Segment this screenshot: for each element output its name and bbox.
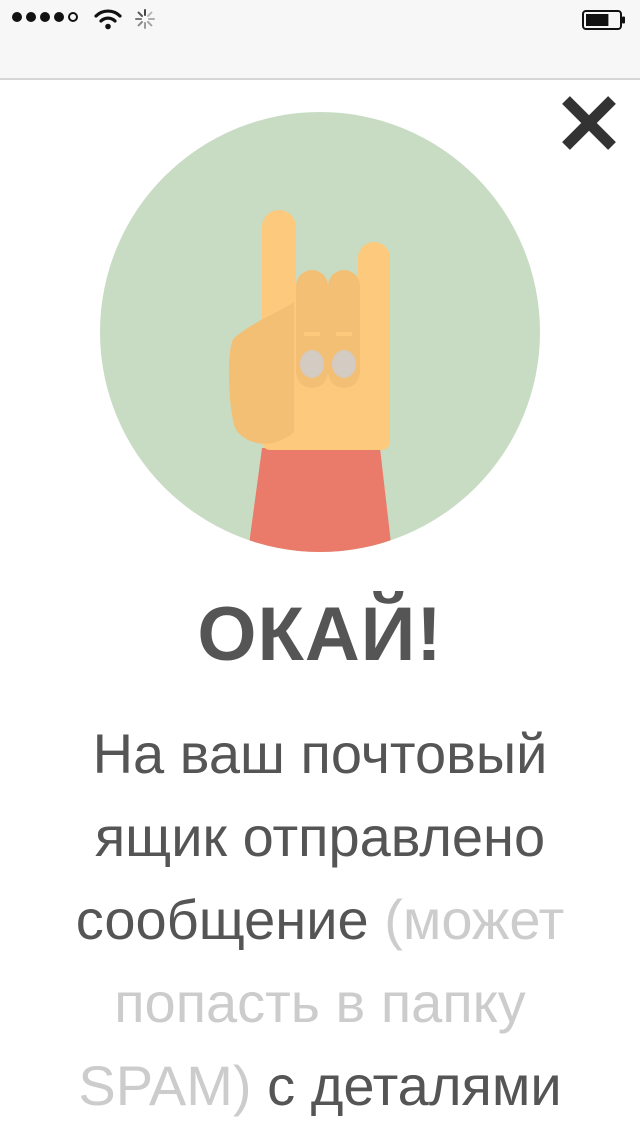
sleeve — [248, 448, 392, 552]
page-title: ОКАЙ! — [197, 592, 443, 677]
battery-icon — [582, 10, 625, 30]
loading-spinner-icon — [135, 9, 155, 29]
close-button[interactable] — [556, 92, 620, 156]
close-x-icon — [562, 96, 616, 150]
message-text-end: с деталями — [251, 1054, 562, 1117]
status-bar — [0, 0, 640, 80]
signal-dots-icon — [12, 12, 78, 22]
screen: ОКАЙ! На ваш почтовый ящик отправлено со… — [0, 0, 640, 1136]
rock-hand-illustration — [100, 112, 540, 552]
confirmation-message: На ваш почтовый ящик отправлено сообщени… — [20, 712, 620, 1127]
wifi-icon — [94, 9, 122, 30]
